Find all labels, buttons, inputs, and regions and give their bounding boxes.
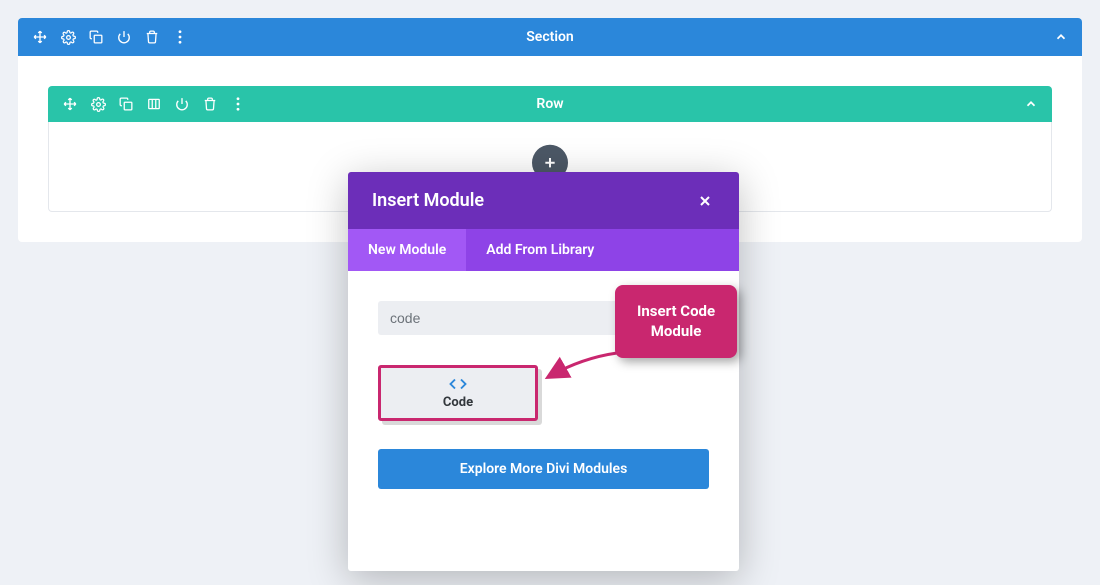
move-icon[interactable]	[62, 96, 78, 112]
more-icon[interactable]	[172, 29, 188, 45]
move-icon[interactable]	[32, 29, 48, 45]
explore-more-button[interactable]: Explore More Divi Modules	[378, 449, 709, 489]
annotation-callout: Insert Code Module	[615, 285, 737, 358]
section-header-icons	[18, 29, 188, 45]
power-icon[interactable]	[116, 29, 132, 45]
tab-add-from-library[interactable]: Add From Library	[466, 229, 614, 271]
module-card-label: Code	[443, 395, 473, 410]
columns-icon[interactable]	[146, 96, 162, 112]
callout-line2: Module	[637, 321, 715, 341]
gear-icon[interactable]	[90, 96, 106, 112]
code-icon	[449, 377, 467, 391]
duplicate-icon[interactable]	[118, 96, 134, 112]
annotation-arrow-icon	[542, 348, 622, 388]
chevron-up-icon[interactable]	[1054, 30, 1068, 44]
close-icon[interactable]	[695, 191, 715, 211]
duplicate-icon[interactable]	[88, 29, 104, 45]
trash-icon[interactable]	[144, 29, 160, 45]
gear-icon[interactable]	[60, 29, 76, 45]
tab-new-module[interactable]: New Module	[348, 229, 466, 271]
row-header-icons	[48, 96, 246, 112]
modal-title: Insert Module	[372, 190, 484, 211]
chevron-up-icon[interactable]	[1024, 97, 1038, 111]
modal-header: Insert Module	[348, 172, 739, 229]
modal-tabs: New Module Add From Library	[348, 229, 739, 271]
trash-icon[interactable]	[202, 96, 218, 112]
section-header[interactable]: Section	[18, 18, 1082, 56]
more-icon[interactable]	[230, 96, 246, 112]
row-header[interactable]: Row	[48, 86, 1052, 122]
code-module-card[interactable]: Code	[378, 365, 538, 421]
power-icon[interactable]	[174, 96, 190, 112]
callout-line1: Insert Code	[637, 301, 715, 321]
